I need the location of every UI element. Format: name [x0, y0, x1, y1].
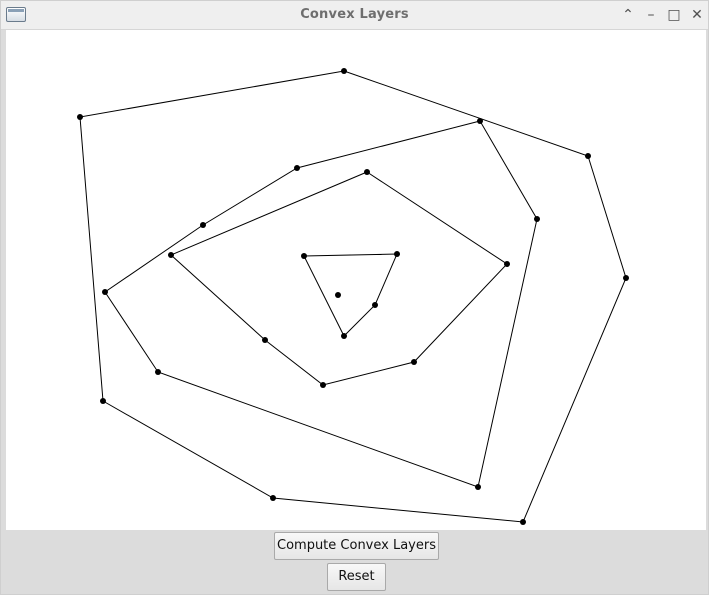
hull-layer-3 [170, 171, 508, 386]
close-icon[interactable]: ✕ [687, 5, 707, 25]
point-23 [475, 484, 481, 490]
point-15 [335, 292, 341, 298]
drawing-canvas[interactable] [6, 30, 706, 530]
reset-button[interactable]: Reset [327, 563, 386, 591]
point-22 [100, 398, 106, 404]
point-10 [301, 253, 307, 259]
point-19 [411, 359, 417, 365]
point-18 [262, 337, 268, 343]
point-14 [102, 289, 108, 295]
hull-layer-2 [104, 120, 538, 488]
point-21 [155, 369, 161, 375]
point-13 [623, 275, 629, 281]
point-7 [534, 216, 540, 222]
point-1 [341, 68, 347, 74]
point-20 [320, 382, 326, 388]
point-12 [504, 261, 510, 267]
point-16 [372, 302, 378, 308]
point-5 [294, 165, 300, 171]
point-17 [341, 333, 347, 339]
point-25 [520, 519, 526, 525]
button-panel: Compute Convex Layers Reset [6, 530, 706, 594]
hull-layer-1 [79, 70, 627, 523]
compute-convex-layers-button[interactable]: Compute Convex Layers [274, 532, 439, 560]
point-8 [200, 222, 206, 228]
point-11 [394, 251, 400, 257]
point-3 [477, 118, 483, 124]
point-4 [585, 153, 591, 159]
point-24 [270, 495, 276, 501]
point-6 [364, 169, 370, 175]
maximize-icon[interactable]: □ [664, 5, 684, 25]
convex-layers-plot[interactable] [6, 30, 706, 530]
chevron-up-icon[interactable]: ⌃ [618, 5, 638, 25]
point-9 [168, 252, 174, 258]
app-window: Convex Layers ⌃ – □ ✕ Compute Convex Lay… [0, 0, 709, 595]
window-title: Convex Layers [300, 7, 409, 22]
hull-layer-4 [303, 253, 398, 337]
title-bar[interactable]: Convex Layers ⌃ – □ ✕ [1, 1, 708, 30]
minimize-icon[interactable]: – [641, 5, 661, 25]
point-2 [77, 114, 83, 120]
